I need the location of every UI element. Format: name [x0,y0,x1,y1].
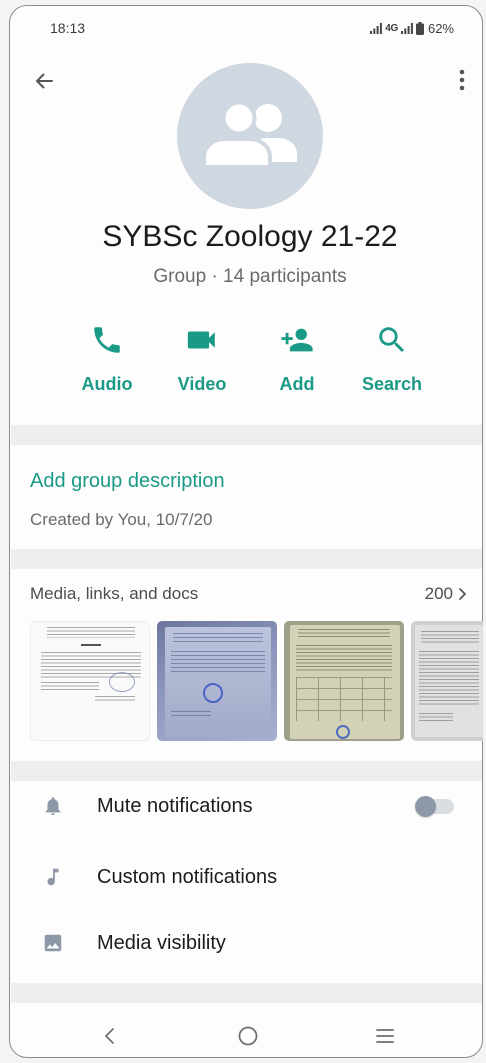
action-label: Add [279,374,315,394]
more-options-button[interactable] [452,66,472,94]
media-thumbnail[interactable] [411,621,483,741]
add-participant-button[interactable]: Add [251,323,343,397]
toggle-knob [415,796,436,817]
bell-icon [45,797,60,816]
add-person-icon [281,328,313,352]
media-section-title[interactable]: Media, links, and docs [30,583,198,605]
custom-notifications-row[interactable]: Custom notifications [11,847,482,907]
status-time: 18:13 [50,20,86,36]
action-label: Audio [81,374,133,394]
media-thumbnail[interactable] [284,621,404,741]
action-label: Search [361,374,423,394]
group-name: SYBSc Zoology 21-22 [102,220,398,253]
setting-label: Mute notifications [97,795,253,817]
media-count: 200 [424,584,453,603]
media-thumbnail[interactable] [157,621,277,741]
add-description-link[interactable]: Add group description [30,469,225,493]
arrow-left-icon [36,73,53,89]
group-subtitle: Group · 14 participants [153,266,347,287]
nav-home-button[interactable] [235,1023,261,1049]
setting-label: Media visibility [97,932,226,954]
nav-back-button[interactable] [97,1023,123,1049]
more-vertical-icon [459,69,465,91]
audio-call-button[interactable]: Audio [61,323,153,397]
network-type-label: 4G [385,22,398,34]
status-indicators: 4G 62% [370,19,454,37]
battery-icon [415,21,424,35]
signal-icon [400,22,413,34]
nav-back-icon [105,1028,114,1044]
signal-icon [370,22,383,34]
group-avatar[interactable] [177,63,323,209]
section-divider [10,549,482,569]
phone-icon [94,327,120,353]
section-divider [10,983,482,1003]
section-divider [10,425,482,445]
setting-label: Custom notifications [97,866,278,888]
back-button[interactable] [30,67,58,95]
created-info: Created by You, 10/7/20 [30,510,213,529]
video-call-button[interactable]: Video [156,323,248,397]
system-navigation-bar [11,1005,482,1055]
battery-percent: 62% [427,20,454,36]
nav-recents-button[interactable] [372,1023,398,1049]
mute-notifications-row[interactable]: Mute notifications [11,776,482,836]
nav-home-icon [238,1026,258,1046]
nav-recents-icon [376,1029,394,1043]
search-icon [379,327,405,353]
mute-toggle[interactable] [415,796,454,817]
media-count-link[interactable]: 200 [425,583,468,605]
group-icon [202,100,297,169]
chevron-right-icon [459,588,466,600]
action-label: Video [177,374,227,394]
search-button[interactable]: Search [346,323,438,397]
image-icon [44,934,61,952]
video-camera-icon [187,331,215,349]
media-thumbnail[interactable] [30,621,150,741]
media-visibility-row[interactable]: Media visibility [11,913,482,973]
music-note-icon [47,868,58,886]
